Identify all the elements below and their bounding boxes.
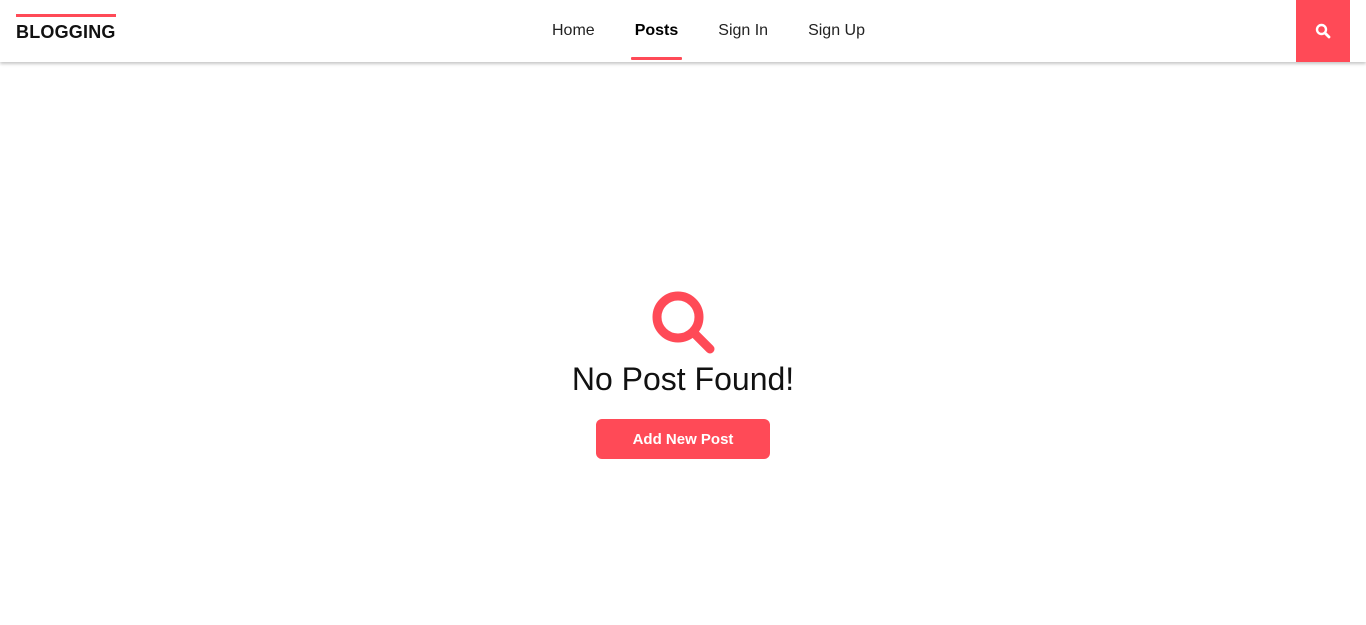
empty-state: No Post Found! Add New Post [0,290,1366,459]
nav-link-posts[interactable]: Posts [615,0,699,62]
search-icon [1315,23,1331,39]
site-logo[interactable]: BLOGGING [16,14,116,42]
nav-link-home[interactable]: Home [532,0,615,62]
empty-message: No Post Found! [571,361,795,397]
add-new-post-button[interactable]: Add New Post [596,419,770,459]
navbar: BLOGGING Home Posts Sign In Sign Up [0,0,1366,62]
nav-link-sign-up[interactable]: Sign Up [788,0,885,62]
main-nav: Home Posts Sign In Sign Up [532,0,885,62]
search-button[interactable] [1296,0,1350,62]
search-icon [652,291,715,354]
nav-link-sign-in[interactable]: Sign In [698,0,788,62]
